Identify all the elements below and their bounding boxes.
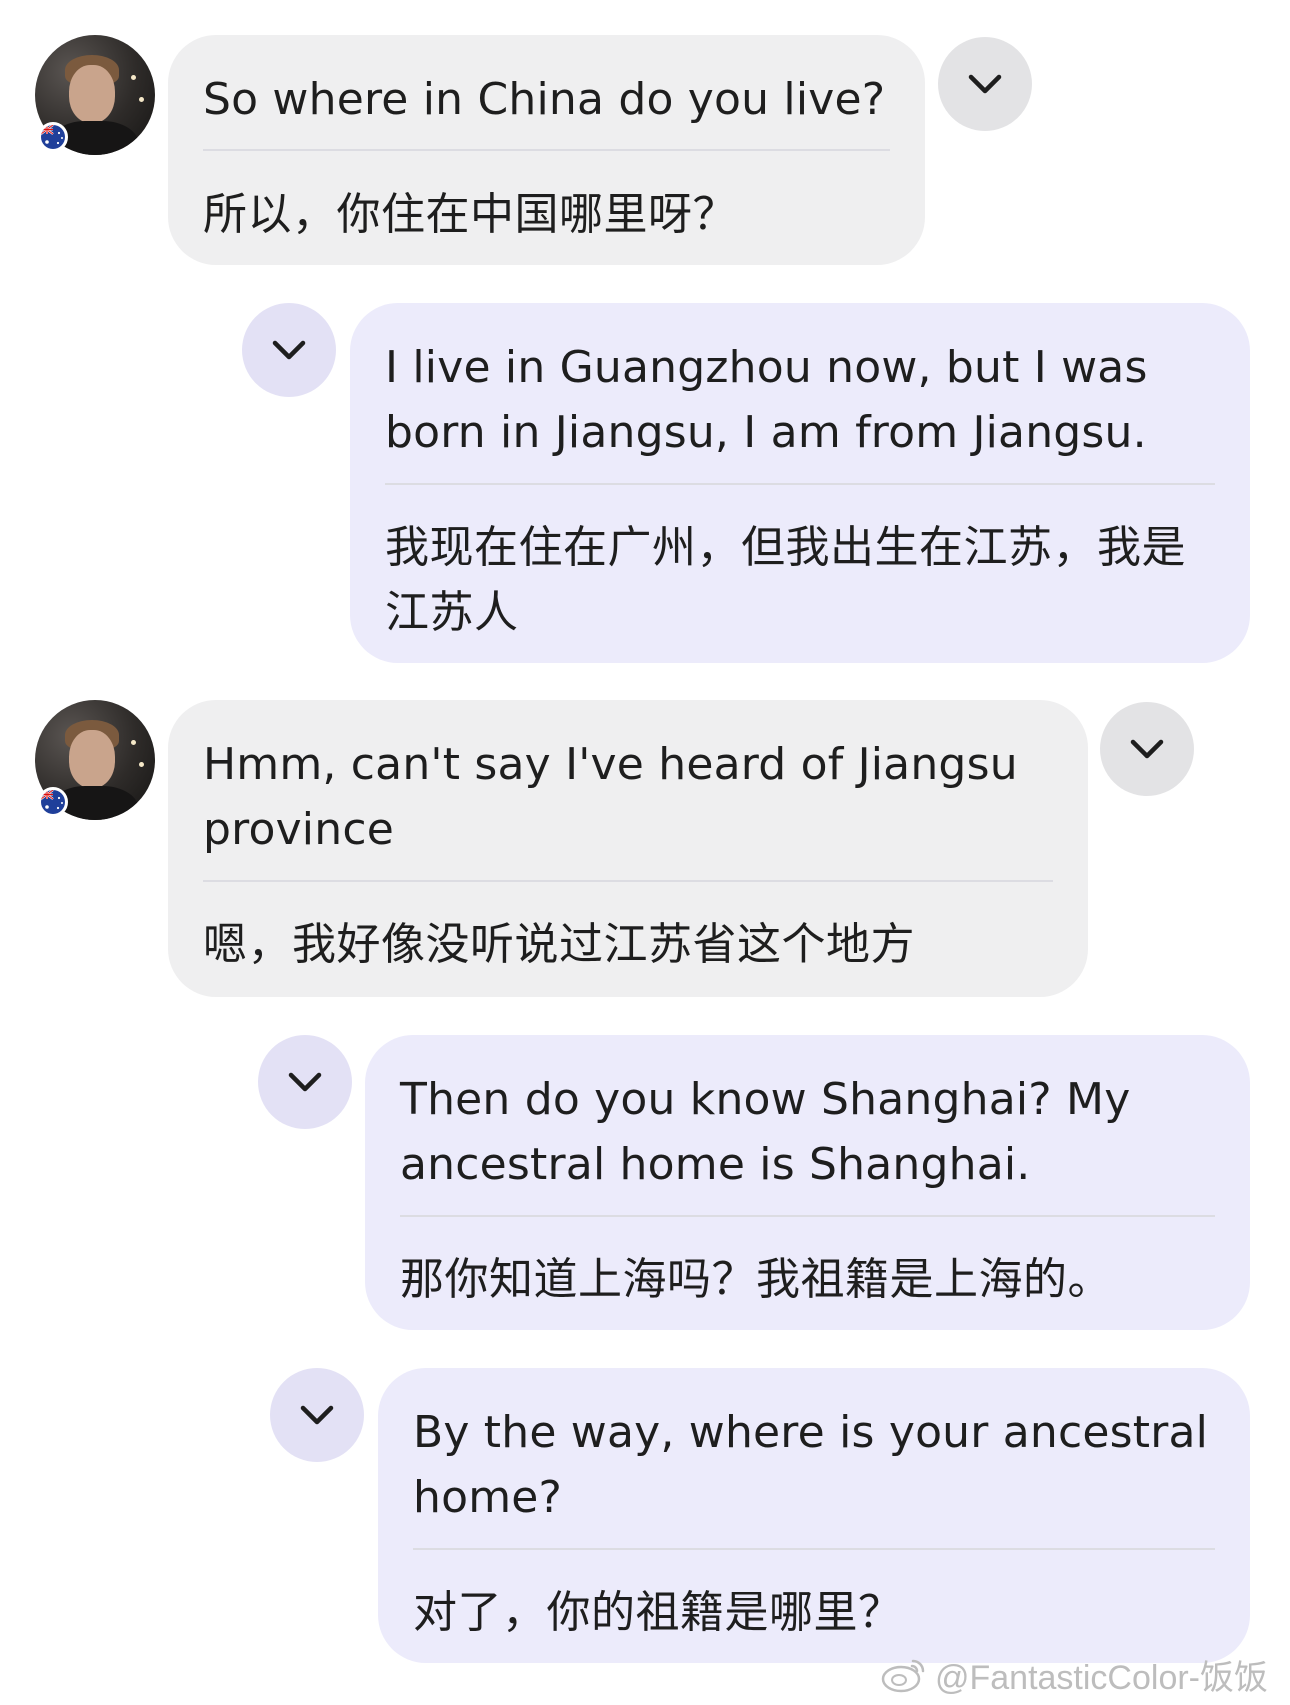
message-chinese-translation: 我现在住在广州，但我出生在江苏，我是江苏人 — [385, 522, 1186, 638]
message-english-text: Hmm, can't say I've heard of Jiangsu pro… — [203, 739, 1018, 855]
watermark-text: @FantasticColor-饭饭 — [934, 1659, 1268, 1697]
message-english-text: So where in China do you live? — [203, 74, 886, 125]
australia-flag-icon — [38, 787, 68, 817]
australia-flag-icon — [38, 122, 68, 152]
message-chinese-translation: 嗯，我好像没听说过江苏省这个地方 — [203, 919, 915, 970]
message-bubble-1[interactable]: So where in China do you live? 所以，你住在中国哪… — [168, 35, 925, 265]
message-bubble-5[interactable]: By the way, where is your ancestral home… — [378, 1368, 1250, 1663]
message-english-text: By the way, where is your ancestral home… — [413, 1407, 1209, 1523]
translation-divider — [400, 1215, 1215, 1217]
message-chinese-translation: 所以，你住在中国哪里呀？ — [203, 189, 737, 240]
translation-divider — [413, 1548, 1215, 1550]
message-bubble-4[interactable]: Then do you know Shanghai? My ancestral … — [365, 1035, 1250, 1330]
chevron-down-icon — [968, 74, 1002, 94]
watermark: @FantasticColor-饭饭 — [881, 1650, 1268, 1699]
message-chinese-translation: 那你知道上海吗？我祖籍是上海的。 — [400, 1254, 1112, 1305]
chevron-down-icon — [272, 340, 306, 360]
expand-message-button[interactable] — [938, 37, 1032, 131]
chevron-down-icon — [1130, 739, 1164, 759]
message-chinese-translation: 对了，你的祖籍是哪里？ — [413, 1587, 903, 1638]
expand-message-button[interactable] — [1100, 702, 1194, 796]
expand-message-button[interactable] — [242, 303, 336, 397]
chevron-down-icon — [300, 1405, 334, 1425]
expand-message-button[interactable] — [270, 1368, 364, 1462]
chevron-down-icon — [288, 1072, 322, 1092]
message-english-text: Then do you know Shanghai? My ancestral … — [400, 1074, 1131, 1190]
weibo-icon — [881, 1659, 925, 1692]
message-bubble-3[interactable]: Hmm, can't say I've heard of Jiangsu pro… — [168, 700, 1088, 997]
message-english-text: I live in Guangzhou now, but I was born … — [385, 342, 1148, 458]
translation-divider — [203, 149, 890, 151]
message-bubble-2[interactable]: I live in Guangzhou now, but I was born … — [350, 303, 1250, 663]
translation-divider — [385, 483, 1215, 485]
translation-divider — [203, 880, 1053, 882]
expand-message-button[interactable] — [258, 1035, 352, 1129]
